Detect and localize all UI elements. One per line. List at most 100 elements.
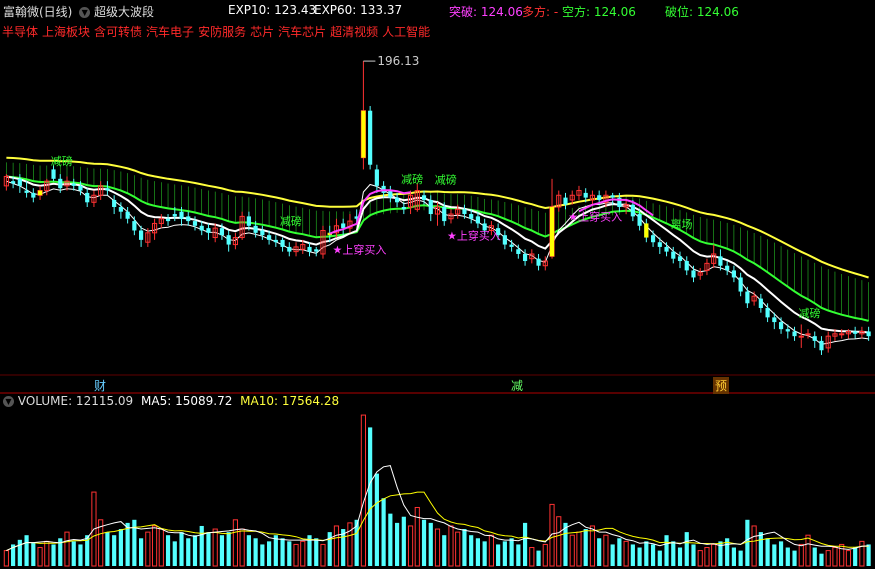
candle-body bbox=[85, 192, 90, 203]
volume-bar bbox=[71, 541, 76, 566]
volume-bar bbox=[455, 531, 461, 567]
candle-body bbox=[637, 214, 642, 226]
volume-bar bbox=[509, 538, 514, 566]
volume-bar bbox=[112, 535, 117, 566]
volume-bar bbox=[442, 535, 447, 566]
candle-body bbox=[798, 335, 804, 338]
volume-bar bbox=[516, 544, 521, 566]
candle-body bbox=[502, 235, 507, 245]
candle-body bbox=[664, 246, 669, 252]
volume-bar bbox=[448, 525, 454, 567]
candle-body bbox=[657, 242, 662, 247]
volume-dropdown-icon[interactable]: ▼ bbox=[3, 396, 14, 407]
volume-bar bbox=[610, 544, 615, 566]
volume-bar bbox=[381, 498, 386, 566]
candle-body bbox=[172, 214, 177, 217]
buy-signal-label: ★上穿买入 bbox=[332, 243, 386, 257]
volume-bar bbox=[192, 535, 198, 566]
candle-body bbox=[758, 298, 763, 308]
candle-body bbox=[691, 270, 696, 278]
candlestick-chart[interactable]: 196.13减磅减磅减磅 减磅离场减磅★上穿买入★上穿买入★上穿买入 bbox=[0, 0, 875, 569]
vol-ma5-label: MA5: 15089.72 bbox=[141, 394, 233, 408]
volume-bar bbox=[293, 543, 299, 567]
signal-label: 减磅 bbox=[280, 214, 302, 228]
volume-bar bbox=[78, 544, 83, 566]
candle-body bbox=[246, 216, 251, 226]
candle-body bbox=[186, 216, 191, 222]
volume-bar bbox=[488, 534, 494, 567]
volume-bar bbox=[37, 547, 43, 567]
volume-bar bbox=[785, 547, 790, 566]
candle-body bbox=[253, 225, 258, 233]
candle-body bbox=[206, 228, 211, 233]
volume-bar bbox=[529, 547, 535, 567]
volume-bar bbox=[758, 532, 763, 566]
signal-label: 离场 bbox=[671, 217, 693, 231]
volume-bar bbox=[401, 516, 406, 566]
volume-bar bbox=[711, 543, 717, 567]
signal-label: 减磅 bbox=[51, 154, 73, 168]
candle-body bbox=[307, 246, 312, 252]
candle-body bbox=[112, 199, 117, 207]
volume-bar bbox=[630, 544, 635, 566]
candle-body bbox=[273, 239, 278, 243]
volume-bar bbox=[206, 532, 211, 566]
volume-bar bbox=[731, 547, 736, 566]
event-marker-reduce[interactable]: 减 bbox=[509, 377, 525, 394]
volume-bar bbox=[300, 540, 306, 567]
volume-bar bbox=[569, 534, 575, 567]
volume-bar bbox=[482, 541, 487, 566]
volume-bar bbox=[866, 544, 871, 566]
high-price-label: 196.13 bbox=[377, 54, 419, 68]
volume-bar bbox=[623, 540, 629, 567]
candle-body bbox=[118, 207, 123, 212]
candle-body bbox=[563, 197, 568, 205]
candle-body bbox=[469, 214, 474, 219]
event-marker-forecast[interactable]: 预 bbox=[713, 377, 730, 394]
candle-body bbox=[509, 244, 514, 247]
volume-bar bbox=[139, 538, 144, 566]
volume-bar bbox=[832, 547, 838, 567]
volume-bar bbox=[421, 519, 427, 566]
volume-bar bbox=[859, 540, 865, 567]
volume-bar bbox=[536, 550, 541, 566]
candle-body bbox=[71, 183, 76, 186]
volume-bar bbox=[462, 529, 467, 566]
volume-bar bbox=[51, 544, 56, 566]
signal-label: 减磅 bbox=[799, 306, 821, 320]
event-marker-finance[interactable]: 财 bbox=[92, 377, 108, 394]
volume-bar bbox=[657, 550, 662, 566]
volume-bar bbox=[219, 535, 225, 566]
candle-body bbox=[125, 211, 130, 219]
candle-body bbox=[853, 331, 858, 334]
candle-body bbox=[671, 251, 676, 259]
volume-bar bbox=[212, 528, 218, 567]
volume-bar bbox=[475, 538, 481, 566]
volume-bar bbox=[845, 550, 852, 567]
volume-bar bbox=[428, 522, 433, 566]
candle-body bbox=[267, 235, 272, 240]
volume-bar bbox=[31, 542, 36, 566]
volume-bar bbox=[186, 538, 191, 566]
volume-bar bbox=[360, 414, 366, 567]
candle-body bbox=[58, 178, 63, 189]
volume-bar bbox=[17, 539, 22, 566]
candle-body bbox=[421, 195, 427, 200]
candle-body bbox=[583, 192, 588, 198]
volume-bar bbox=[597, 538, 602, 566]
volume-bar bbox=[105, 532, 110, 566]
volume-bar bbox=[333, 525, 340, 567]
volume-bar bbox=[812, 547, 817, 566]
volume-bar bbox=[125, 522, 130, 566]
volume-bar bbox=[697, 550, 703, 567]
volume-bar bbox=[798, 543, 804, 567]
volume-bar bbox=[253, 538, 258, 566]
candle-body bbox=[442, 207, 447, 222]
buy-signal-label: ★上穿买入 bbox=[568, 210, 622, 224]
volume-bar bbox=[664, 535, 669, 566]
volume-bar bbox=[280, 538, 285, 566]
volume-bar bbox=[589, 525, 596, 567]
candle-body bbox=[778, 322, 784, 330]
candle-body bbox=[260, 230, 265, 236]
volume-bar bbox=[650, 544, 656, 566]
